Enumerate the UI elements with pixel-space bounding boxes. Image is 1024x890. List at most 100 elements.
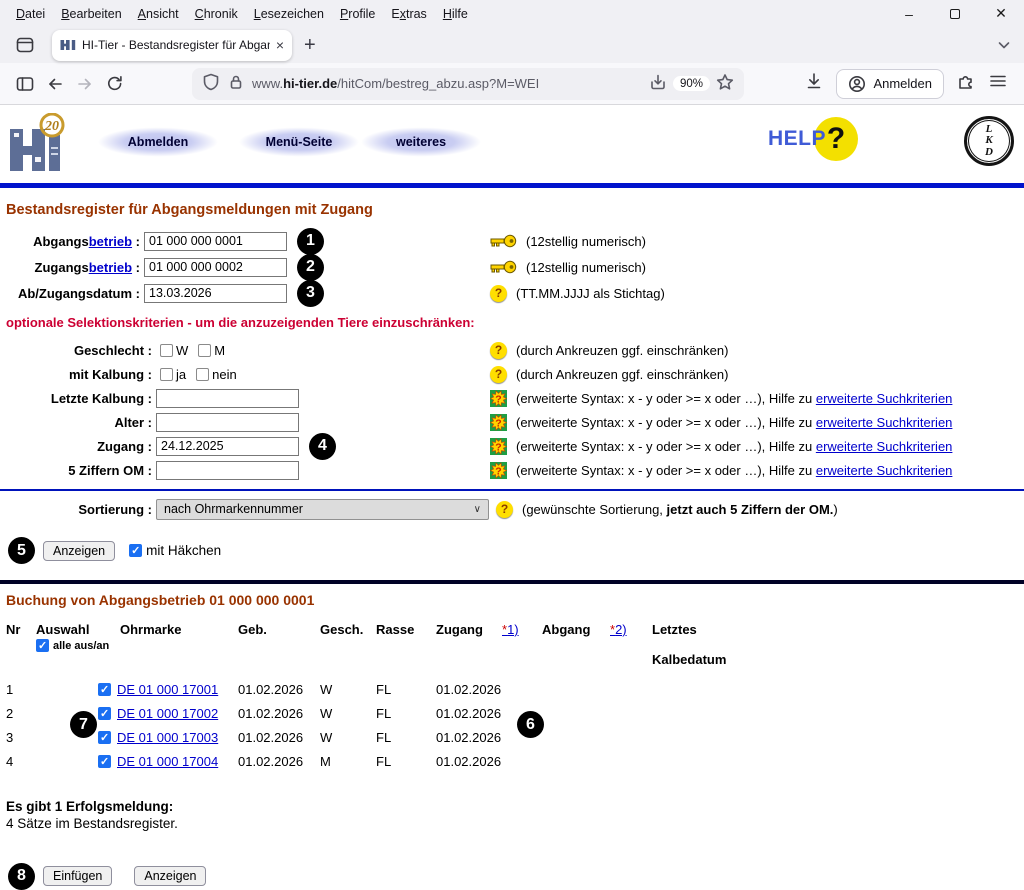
menu-chronik[interactable]: Chronik xyxy=(187,7,246,21)
kalbung-row: mit Kalbung : ja nein ? (durch Ankreuzen… xyxy=(6,362,1024,386)
row-rasse: FL xyxy=(376,754,436,769)
letzte-kalbung-input[interactable] xyxy=(156,389,299,408)
ziffern-om-input[interactable] xyxy=(156,461,299,480)
abgangsbetrieb-note: (12stellig numerisch) xyxy=(490,234,646,249)
menu-bearbeiten[interactable]: Bearbeiten xyxy=(53,7,129,21)
firefox-view-icon[interactable] xyxy=(10,30,40,60)
menu-label: rofile xyxy=(348,7,375,21)
kalbung-ja-label: ja xyxy=(176,367,186,382)
hi-tier-page: 20 Abmelden Menü-Seite weiteres HELP ? L… xyxy=(0,105,1024,890)
row-select-checkbox[interactable] xyxy=(98,731,111,744)
alter-input[interactable] xyxy=(156,413,299,432)
tracking-shield-icon[interactable] xyxy=(202,73,220,94)
advanced-help-icon[interactable]: ? xyxy=(490,414,507,431)
abmelden-button[interactable]: Abmelden xyxy=(97,127,219,157)
menu-ansicht[interactable]: Ansicht xyxy=(130,7,187,21)
abgangsbetrieb-input[interactable] xyxy=(144,232,287,251)
erweiterte-suchkriterien-link[interactable]: erweiterte Suchkriterien xyxy=(816,391,953,406)
forward-button[interactable] xyxy=(70,69,100,99)
menu-label: hronik xyxy=(204,7,238,21)
sidebar-toggle-icon[interactable] xyxy=(10,69,40,99)
app-menu-hamburger-icon[interactable] xyxy=(988,71,1008,96)
weiteres-button[interactable]: weiteres xyxy=(360,127,482,157)
bookmark-star-icon[interactable] xyxy=(716,73,734,94)
sortierung-label: Sortierung : xyxy=(6,502,152,517)
svg-text:?: ? xyxy=(495,465,501,477)
menue-seite-button[interactable]: Menü-Seite xyxy=(238,127,360,157)
col-header-letztes: Letztes xyxy=(652,622,1024,637)
menu-hilfe[interactable]: Hilfe xyxy=(435,7,476,21)
menu-datei[interactable]: Datei xyxy=(8,7,53,21)
einfuegen-button[interactable]: Einfügen xyxy=(43,866,112,886)
ohrmarke-link[interactable]: DE 01 000 17003 xyxy=(117,730,218,745)
erweiterte-suchkriterien-link[interactable]: erweiterte Suchkriterien xyxy=(816,463,953,478)
ohrmarke-link[interactable]: DE 01 000 17004 xyxy=(117,754,218,769)
downloads-icon[interactable] xyxy=(804,71,824,96)
anzeigen-bottom-button[interactable]: Anzeigen xyxy=(134,866,206,886)
advanced-help-icon[interactable]: ? xyxy=(490,390,507,407)
signin-button[interactable]: Anmelden xyxy=(836,69,944,99)
url-bar[interactable]: www.hi-tier.de/hitCom/bestreg_abzu.asp?M… xyxy=(192,68,744,100)
footnote-1-link[interactable]: *1) xyxy=(502,622,542,637)
result-messages: Es gibt 1 Erfolgsmeldung: 4 Sätze im Bes… xyxy=(6,799,1024,833)
col-header-auswahl: Auswahl xyxy=(36,622,98,637)
url-www: www. xyxy=(252,76,283,91)
advanced-help-icon[interactable]: ? xyxy=(490,438,507,455)
footnote-2-link[interactable]: *2) xyxy=(610,622,652,637)
geschlecht-m-checkbox[interactable] xyxy=(198,344,211,357)
ohrmarke-link[interactable]: DE 01 000 17002 xyxy=(117,706,218,721)
letzte-kalbung-label: Letzte Kalbung : xyxy=(6,391,152,406)
window-maximize-button[interactable] xyxy=(932,0,978,27)
zugangsbetrieb-input[interactable] xyxy=(144,258,287,277)
geschlecht-w-checkbox[interactable] xyxy=(160,344,173,357)
save-page-icon[interactable] xyxy=(649,73,667,94)
menu-label: B xyxy=(61,7,69,21)
extensions-puzzle-icon[interactable] xyxy=(956,71,976,96)
window-close-button[interactable]: ✕ xyxy=(978,0,1024,27)
zoom-level-indicator[interactable]: 90% xyxy=(673,76,710,91)
lock-icon[interactable] xyxy=(228,74,244,93)
alle-aus-an-checkbox[interactable] xyxy=(36,639,49,652)
help-icon[interactable]: ? xyxy=(490,285,507,302)
help-icon[interactable]: ? xyxy=(490,366,507,383)
help-icon[interactable]: ? xyxy=(496,501,513,518)
row-zugang: 01.02.2026 xyxy=(436,730,502,745)
mit-haekchen-checkbox[interactable] xyxy=(129,544,142,557)
row-rasse: FL xyxy=(376,682,436,697)
tab-close-icon[interactable]: × xyxy=(276,38,284,52)
advanced-help-icon[interactable]: ? xyxy=(490,462,507,479)
row-gesch: M xyxy=(320,754,376,769)
row-select-checkbox[interactable] xyxy=(98,707,111,720)
syntax-note: (erweiterte Syntax: x - y oder >= x oder… xyxy=(516,463,816,478)
erweiterte-suchkriterien-link[interactable]: erweiterte Suchkriterien xyxy=(816,415,953,430)
erweiterte-suchkriterien-link[interactable]: erweiterte Suchkriterien xyxy=(816,439,953,454)
record-count-message: 4 Sätze im Bestandsregister. xyxy=(6,816,1024,833)
kalbung-ja-checkbox[interactable] xyxy=(160,368,173,381)
back-button[interactable] xyxy=(40,69,70,99)
menu-label: C xyxy=(195,7,204,21)
datum-input[interactable] xyxy=(144,284,287,303)
window-minimize-button[interactable]: – xyxy=(886,0,932,27)
help-icon[interactable]: ? xyxy=(490,342,507,359)
row-select-checkbox[interactable] xyxy=(98,683,111,696)
tab-hi-tier[interactable]: HI-Tier - Bestandsregister für Abgangsme… xyxy=(52,30,292,61)
new-tab-button[interactable]: + xyxy=(304,35,316,55)
anzeigen-button[interactable]: Anzeigen xyxy=(43,541,115,561)
menu-extras[interactable]: Extras xyxy=(383,7,434,21)
help-button[interactable]: HELP ? xyxy=(768,117,858,161)
row-select-checkbox[interactable] xyxy=(98,755,111,768)
menu-profile[interactable]: Profile xyxy=(332,7,383,21)
menu-label: ilfe xyxy=(452,7,468,21)
sortierung-select[interactable]: nach Ohrmarkennummer ∨ xyxy=(156,499,489,520)
sortierung-divider xyxy=(0,489,1024,491)
menu-lesezeichen[interactable]: Lesezeichen xyxy=(246,7,332,21)
reload-button[interactable] xyxy=(100,69,130,99)
chevron-down-icon: ∨ xyxy=(474,504,481,515)
ohrmarke-link[interactable]: DE 01 000 17001 xyxy=(117,682,218,697)
zugang-row: Zugang : 4 ? (erweiterte Syntax: x - y o… xyxy=(6,434,1024,458)
kalbung-nein-checkbox[interactable] xyxy=(196,368,209,381)
list-tabs-chevron-icon[interactable] xyxy=(996,37,1012,58)
betrieb-link[interactable]: betrieb xyxy=(89,260,132,275)
betrieb-link[interactable]: betrieb xyxy=(89,234,132,249)
zugang-input[interactable] xyxy=(156,437,299,456)
